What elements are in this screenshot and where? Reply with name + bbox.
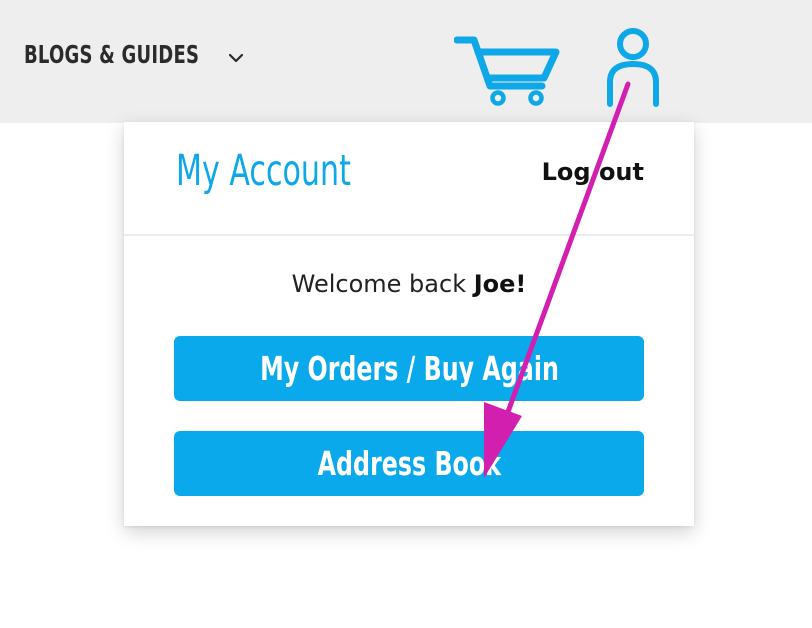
account-icon[interactable] <box>604 26 662 108</box>
site-header: BLOGS & GUIDES <box>0 0 812 123</box>
cart-icon[interactable] <box>454 34 560 106</box>
logout-link[interactable]: Log out <box>542 158 644 186</box>
welcome-message: Welcome back Joe! <box>124 270 694 298</box>
my-orders-button[interactable]: My Orders / Buy Again <box>174 336 644 401</box>
address-book-label: Address Book <box>317 444 501 483</box>
my-orders-label: My Orders / Buy Again <box>259 349 559 388</box>
welcome-name: Joe! <box>473 270 527 298</box>
blogs-guides-label: BLOGS & GUIDES <box>24 40 200 69</box>
blogs-guides-menu[interactable]: BLOGS & GUIDES <box>24 40 267 69</box>
chevron-down-icon <box>228 53 244 63</box>
address-book-button[interactable]: Address Book <box>174 431 644 496</box>
account-title: My Account <box>176 146 351 196</box>
welcome-prefix: Welcome back <box>291 270 474 298</box>
account-dropdown: My Account Log out Welcome back Joe! My … <box>124 122 694 526</box>
divider <box>124 234 694 236</box>
